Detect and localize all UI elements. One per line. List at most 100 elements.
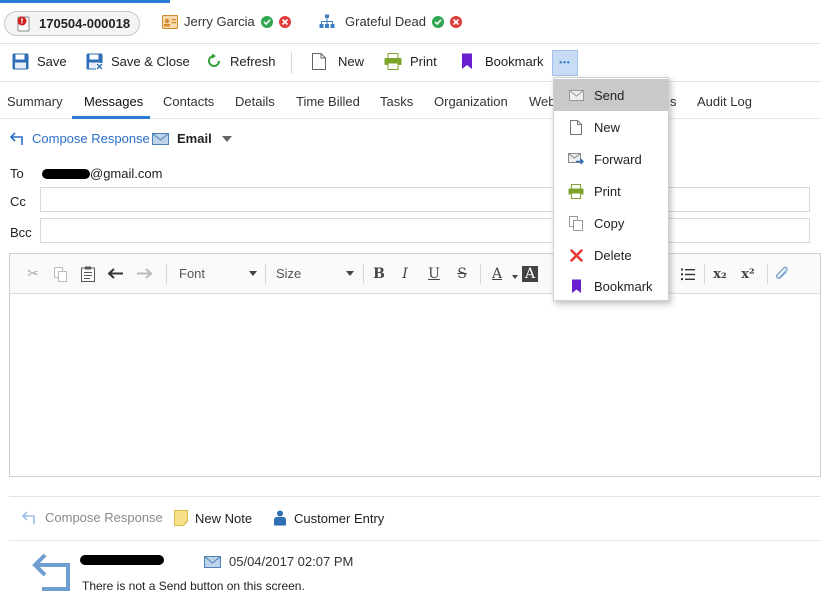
reply-icon bbox=[10, 131, 23, 145]
more-actions-menu: Send New Forward Print Copy Delete Bookm… bbox=[553, 77, 669, 301]
divider bbox=[9, 540, 821, 541]
undo-icon[interactable] bbox=[107, 265, 125, 283]
printer-icon bbox=[384, 53, 402, 70]
redacted-sender-name bbox=[80, 555, 164, 565]
strikethrough-button[interactable]: S bbox=[453, 265, 471, 283]
new-note-button[interactable]: New Note bbox=[174, 510, 252, 526]
thread-entry: 05/04/2017 02:07 PM There is not a Send … bbox=[32, 553, 812, 595]
bookmark-icon bbox=[568, 278, 584, 294]
more-actions-button[interactable]: ••• bbox=[552, 50, 578, 76]
envelope-icon bbox=[204, 555, 221, 568]
contact-name: Jerry Garcia bbox=[184, 14, 255, 29]
save-close-button[interactable]: Save & Close bbox=[86, 53, 190, 70]
active-tab-underline bbox=[72, 116, 150, 119]
font-size-select[interactable]: Size bbox=[276, 266, 354, 281]
customer-entry-button[interactable]: Customer Entry bbox=[273, 510, 384, 526]
background-color-button[interactable]: A bbox=[522, 266, 538, 282]
compose-response-button[interactable]: Compose Response bbox=[22, 510, 163, 525]
channel-label: Email bbox=[177, 131, 212, 146]
menu-item-print[interactable]: Print bbox=[554, 175, 668, 207]
save-button[interactable]: Save bbox=[12, 53, 67, 70]
menu-item-label: Copy bbox=[594, 215, 625, 231]
toolbar-divider bbox=[291, 52, 292, 74]
chevron-down-icon bbox=[346, 271, 354, 276]
tab-details[interactable]: Details bbox=[235, 94, 275, 109]
cut-icon[interactable]: ✂ bbox=[24, 265, 42, 283]
thread-actions: Compose Response New Note Customer Entry bbox=[0, 508, 821, 530]
redacted-email-user bbox=[42, 168, 90, 179]
menu-item-bookmark[interactable]: Bookmark bbox=[554, 270, 668, 302]
compose-response-link[interactable]: Compose Response bbox=[10, 131, 150, 146]
bookmark-button[interactable]: Bookmark bbox=[461, 53, 544, 70]
timestamp-text: 05/04/2017 02:07 PM bbox=[229, 554, 354, 569]
attachment-icon[interactable] bbox=[773, 265, 791, 283]
bcc-field[interactable] bbox=[40, 218, 810, 243]
menu-item-delete[interactable]: Delete bbox=[554, 239, 668, 271]
tab-organization[interactable]: Organization bbox=[434, 94, 508, 109]
close-icon[interactable] bbox=[449, 15, 462, 28]
refresh-label: Refresh bbox=[230, 53, 276, 69]
tab-partial[interactable]: s bbox=[670, 94, 677, 109]
entry-timestamp: 05/04/2017 02:07 PM bbox=[204, 554, 353, 569]
paste-icon[interactable] bbox=[79, 265, 97, 283]
compose-response-label: Compose Response bbox=[32, 131, 150, 146]
tab-web[interactable]: Web bbox=[529, 94, 556, 109]
numbered-list-icon[interactable] bbox=[679, 265, 697, 283]
channel-dropdown[interactable]: Email bbox=[152, 131, 232, 146]
tab-audit-log[interactable]: Audit Log bbox=[697, 94, 752, 109]
underline-button[interactable]: U bbox=[425, 265, 443, 283]
bookmark-label: Bookmark bbox=[485, 54, 544, 69]
chevron-down-icon bbox=[249, 271, 257, 276]
cc-field[interactable] bbox=[40, 187, 810, 212]
organization-chip[interactable]: Grateful Dead bbox=[319, 14, 462, 29]
delete-icon bbox=[568, 247, 584, 263]
editor-toolbar-divider bbox=[767, 264, 768, 284]
menu-item-label: New bbox=[594, 119, 621, 135]
menu-item-label: Print bbox=[594, 183, 621, 199]
editor-toolbar-divider bbox=[166, 264, 167, 284]
new-button[interactable]: New bbox=[312, 53, 364, 70]
menu-item-label: Delete bbox=[594, 247, 632, 263]
to-label: To bbox=[10, 166, 24, 181]
refresh-button[interactable]: Refresh bbox=[206, 53, 276, 69]
copy-icon[interactable] bbox=[51, 265, 69, 283]
tab-tasks[interactable]: Tasks bbox=[380, 94, 413, 109]
font-family-select[interactable]: Font bbox=[179, 266, 257, 281]
divider bbox=[9, 496, 821, 497]
tab-contacts[interactable]: Contacts bbox=[163, 94, 214, 109]
menu-item-label: Send bbox=[594, 87, 625, 103]
redo-icon[interactable] bbox=[135, 265, 153, 283]
record-tab-strip: 170504-000018 Jerry Garcia Grateful Dead bbox=[0, 0, 821, 44]
check-icon[interactable] bbox=[260, 15, 273, 28]
menu-item-forward[interactable]: Forward bbox=[554, 143, 668, 175]
italic-button[interactable]: I bbox=[396, 265, 414, 283]
active-tab-indicator bbox=[0, 0, 170, 3]
font-size-label: Size bbox=[276, 266, 302, 281]
tab-summary[interactable]: Summary bbox=[7, 94, 63, 109]
print-button[interactable]: Print bbox=[384, 53, 437, 70]
record-nav-tabs: Summary Messages Contacts Details Time B… bbox=[0, 83, 821, 119]
editor-body[interactable] bbox=[10, 294, 820, 476]
contact-chip[interactable]: Jerry Garcia bbox=[162, 14, 291, 29]
customer-icon bbox=[274, 510, 286, 526]
font-color-button[interactable]: A bbox=[488, 265, 506, 283]
close-icon[interactable] bbox=[278, 15, 291, 28]
tab-time-billed[interactable]: Time Billed bbox=[296, 94, 360, 109]
document-icon bbox=[312, 53, 326, 70]
check-icon[interactable] bbox=[431, 15, 444, 28]
superscript-button[interactable]: x² bbox=[739, 265, 757, 283]
reply-icon bbox=[32, 553, 70, 591]
editor-toolbar-divider bbox=[480, 264, 481, 284]
menu-item-new[interactable]: New bbox=[554, 111, 668, 143]
menu-item-copy[interactable]: Copy bbox=[554, 207, 668, 239]
subscript-button[interactable]: x₂ bbox=[711, 265, 729, 283]
envelope-icon bbox=[568, 87, 584, 103]
rich-text-editor: ✂ Font Size B I U S A A x₂ x² bbox=[9, 253, 821, 477]
to-recipient[interactable]: @gmail.com bbox=[42, 166, 162, 181]
case-tab[interactable]: 170504-000018 bbox=[4, 11, 140, 36]
tab-messages[interactable]: Messages bbox=[84, 94, 143, 109]
menu-item-send[interactable]: Send bbox=[554, 79, 668, 111]
new-label: New bbox=[338, 54, 365, 69]
bold-button[interactable]: B bbox=[370, 265, 388, 283]
floppy-disk-icon bbox=[12, 53, 29, 70]
